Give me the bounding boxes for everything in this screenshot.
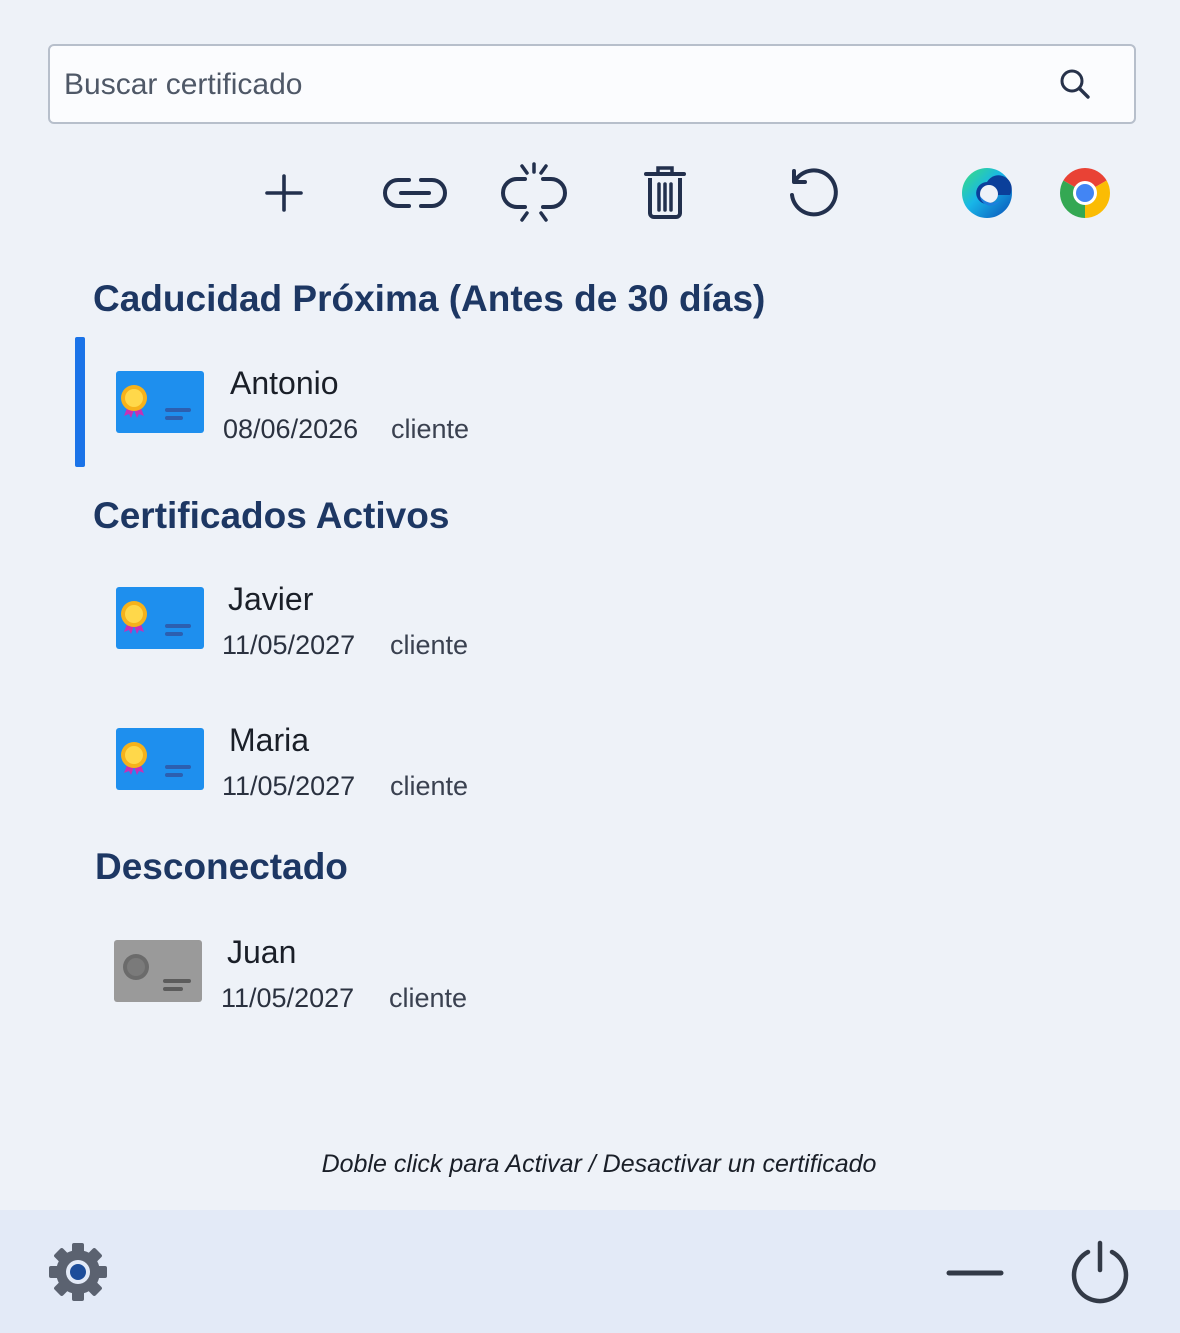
certificate-disabled-icon (113, 939, 203, 1003)
chrome-browser-icon (1058, 166, 1112, 225)
link-icon (381, 173, 449, 218)
minimize-icon (946, 1265, 1004, 1283)
trash-icon (640, 165, 690, 226)
power-button[interactable] (1066, 1240, 1134, 1308)
minimize-button[interactable] (944, 1254, 1006, 1294)
certificate-expiry-date: 08/06/2026 (223, 414, 359, 444)
section-title-disconnected: Desconectado (95, 846, 348, 887)
certificate-role: cliente (390, 630, 469, 660)
certificate-item-antonio[interactable]: Antonio 08/06/2026 cliente (75, 337, 1115, 467)
unlink-icon (500, 161, 568, 229)
section-title-active: Certificados Activos (93, 495, 450, 536)
certificate-name: Javier (228, 581, 314, 617)
link-button[interactable] (381, 164, 449, 226)
refresh-icon (784, 165, 840, 226)
certificate-expiry-date: 11/05/2027 (222, 630, 356, 660)
certificate-name: Maria (229, 722, 310, 758)
certificate-name: Juan (227, 934, 297, 970)
usage-hint: Doble click para Activar / Desactivar un… (321, 1150, 877, 1178)
certificate-icon (115, 586, 205, 650)
section-title-expiring: Caducidad Próxima (Antes de 30 días) (93, 278, 766, 319)
certificate-expiry-date: 11/05/2027 (222, 771, 356, 801)
delete-button[interactable] (634, 164, 696, 226)
unlink-button[interactable] (500, 161, 568, 229)
search-box[interactable] (48, 44, 1136, 124)
search-input[interactable] (62, 60, 1026, 110)
certificate-name: Antonio (230, 365, 339, 401)
add-certificate-button[interactable] (253, 164, 315, 226)
certificate-icon (115, 370, 205, 434)
refresh-button[interactable] (781, 164, 843, 226)
chrome-browser-button[interactable] (1054, 164, 1116, 226)
edge-browser-icon (960, 166, 1014, 225)
certificate-role: cliente (389, 983, 468, 1013)
bottom-bar (0, 1210, 1180, 1333)
certificate-item-juan[interactable]: Juan 11/05/2027 cliente (75, 906, 1115, 1036)
selection-indicator (75, 337, 85, 467)
settings-button[interactable] (44, 1240, 112, 1308)
certificate-icon (115, 727, 205, 791)
edge-browser-button[interactable] (956, 164, 1018, 226)
settings-icon (47, 1241, 109, 1308)
search-icon[interactable] (1055, 64, 1095, 104)
power-icon (1068, 1240, 1132, 1309)
plus-icon (264, 173, 304, 218)
certificate-role: cliente (390, 771, 469, 801)
certificate-expiry-date: 11/05/2027 (221, 983, 355, 1013)
certificate-role: cliente (391, 414, 470, 444)
certificate-item-maria[interactable]: Maria 11/05/2027 cliente (75, 694, 1115, 824)
certificate-item-javier[interactable]: Javier 11/05/2027 cliente (75, 553, 1115, 683)
